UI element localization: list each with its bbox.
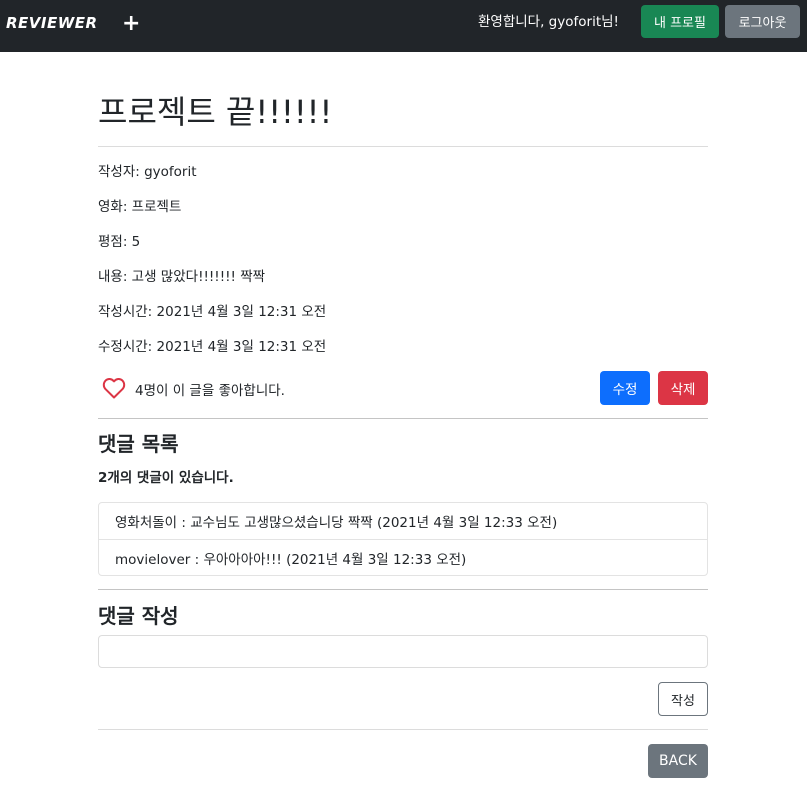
comments-heading: 댓글 목록 bbox=[98, 432, 179, 456]
review-movie: 영화: 프로젝트 bbox=[98, 199, 182, 215]
comment-form-heading: 댓글 작성 bbox=[98, 604, 179, 628]
divider bbox=[98, 589, 708, 590]
review-rating: 평점: 5 bbox=[98, 234, 141, 250]
comment-input[interactable] bbox=[98, 635, 708, 668]
comment-item: 영화처돌이 : 교수님도 고생많으셨습니당 짝짝 (2021년 4월 3일 12… bbox=[115, 515, 558, 531]
comment-count: 2개의 댓글이 있습니다. bbox=[98, 470, 234, 486]
welcome-text: 환영합니다, gyoforit님! bbox=[478, 14, 619, 30]
divider bbox=[98, 146, 708, 147]
review-created-time: 작성시간: 2021년 4월 3일 12:31 오전 bbox=[98, 304, 327, 320]
review-title: 프로젝트 끝!!!!!! bbox=[98, 93, 333, 131]
add-review-button[interactable]: + bbox=[122, 10, 140, 38]
heart-icon[interactable] bbox=[102, 377, 126, 399]
back-button[interactable]: BACK bbox=[648, 744, 708, 778]
review-content: 내용: 고생 많았다!!!!!!! 짝짝 bbox=[98, 269, 266, 285]
delete-button[interactable]: 삭제 bbox=[658, 371, 708, 405]
comment-item: movielover : 우아아아아!!! (2021년 4월 3일 12:33… bbox=[99, 539, 707, 575]
divider bbox=[98, 729, 708, 730]
logout-button[interactable]: 로그아웃 bbox=[725, 5, 800, 38]
comment-list: 영화처돌이 : 교수님도 고생많으셨습니당 짝짝 (2021년 4월 3일 12… bbox=[98, 502, 708, 576]
divider bbox=[98, 418, 708, 419]
submit-comment-button[interactable]: 작성 bbox=[658, 682, 708, 716]
navbar: REVIEWER + 환영합니다, gyoforit님! 내 프로필 로그아웃 bbox=[0, 0, 807, 52]
likes-count-text: 4명이 이 글을 좋아합니다. bbox=[135, 383, 285, 399]
review-updated-time: 수정시간: 2021년 4월 3일 12:31 오전 bbox=[98, 339, 327, 355]
brand-logo[interactable]: REVIEWER bbox=[6, 14, 98, 32]
review-author: 작성자: gyoforit bbox=[98, 164, 197, 180]
profile-button[interactable]: 내 프로필 bbox=[641, 5, 719, 38]
edit-button[interactable]: 수정 bbox=[600, 371, 650, 405]
